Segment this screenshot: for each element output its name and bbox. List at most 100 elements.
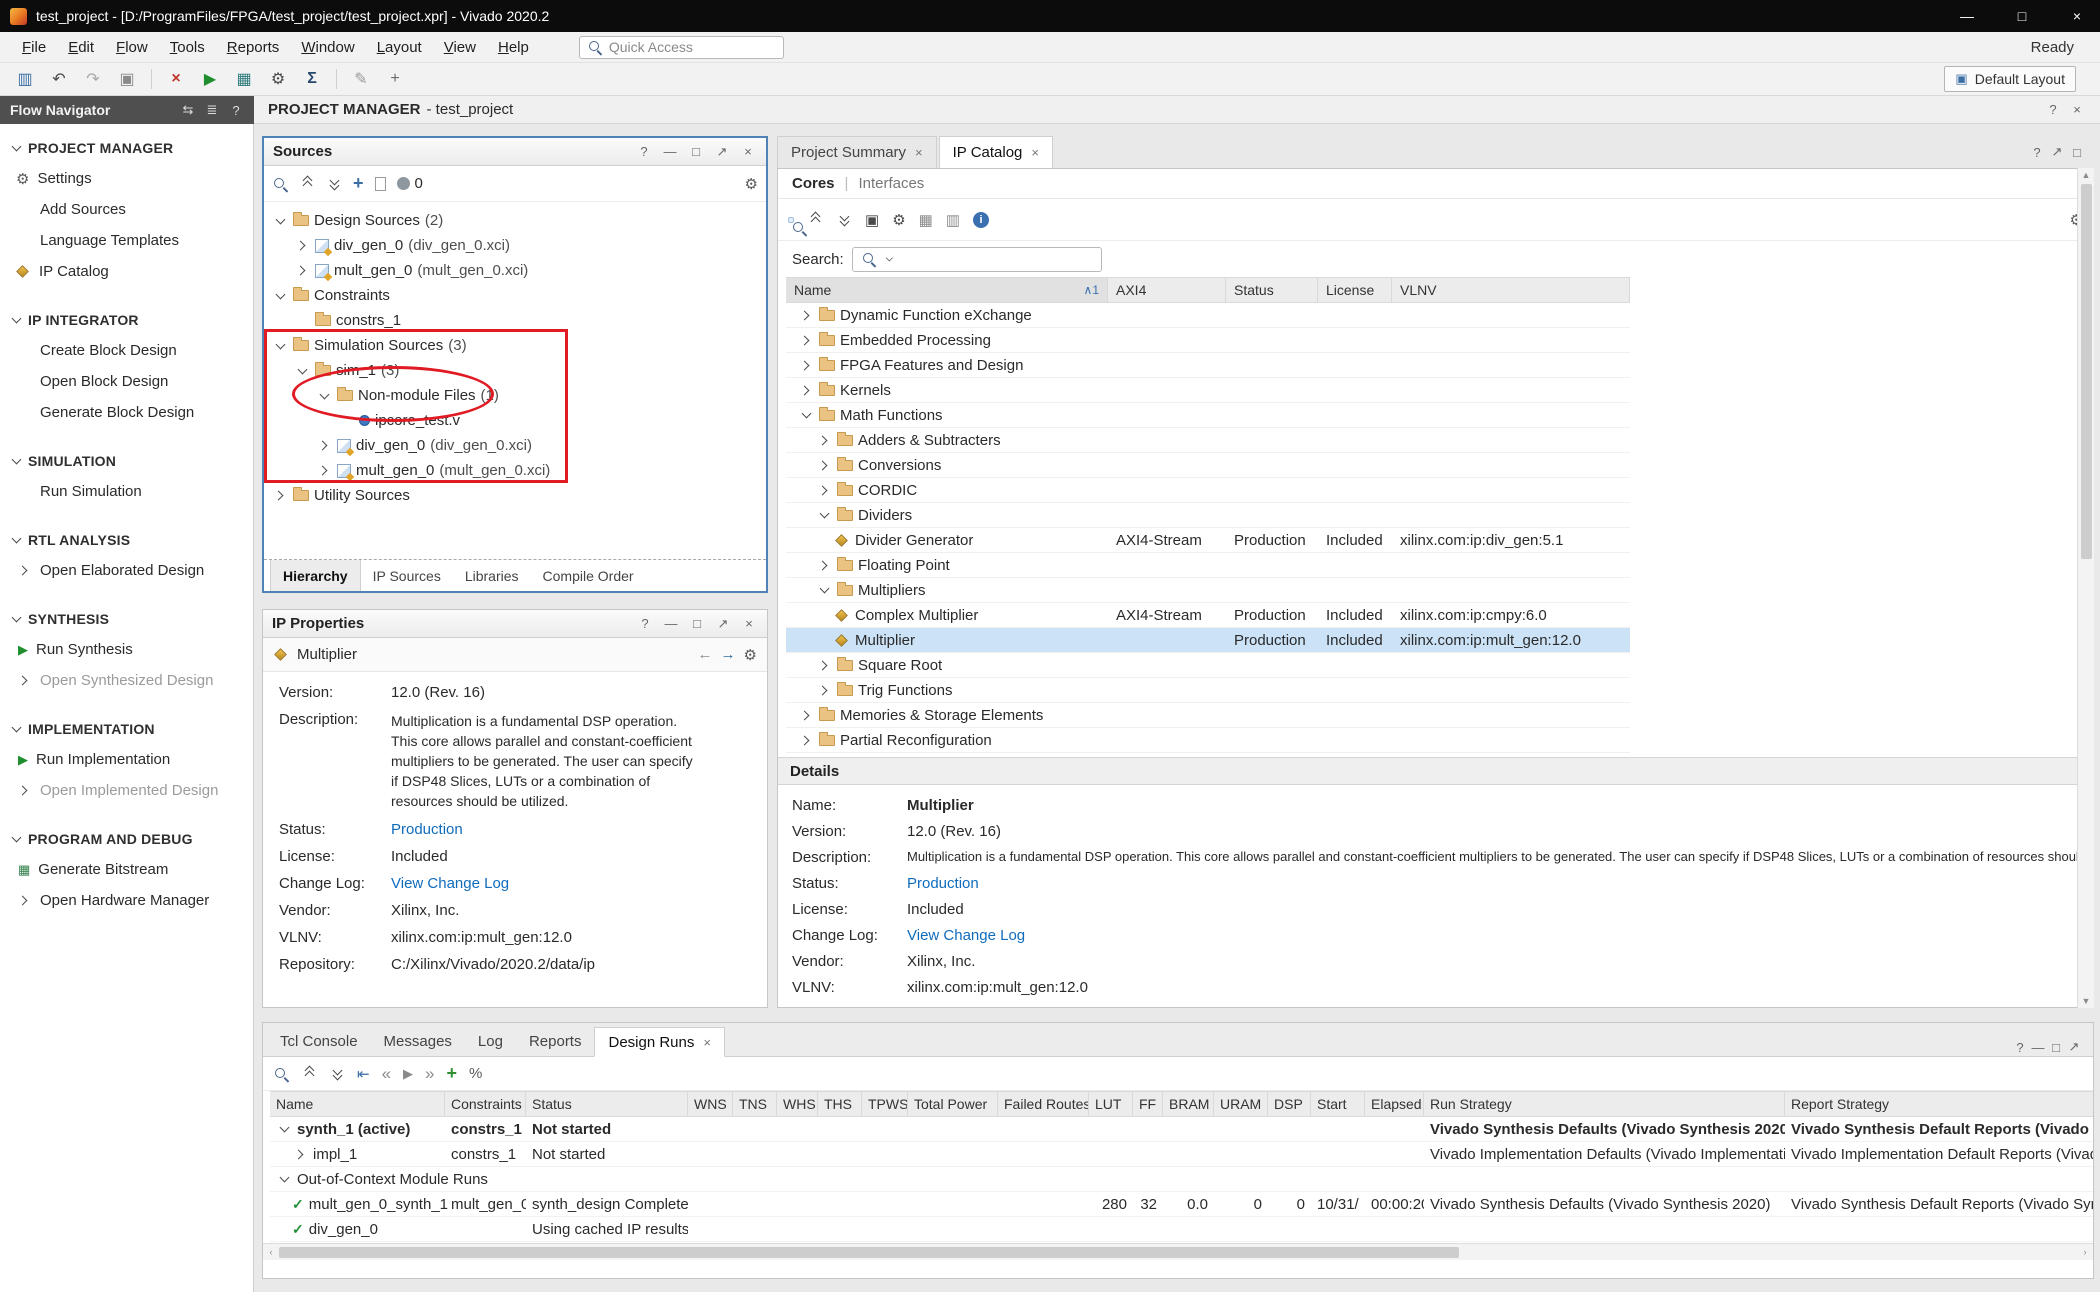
nav-item-run-synthesis[interactable]: ▶ Run Synthesis (0, 634, 253, 665)
status-link[interactable]: Production (391, 821, 463, 838)
float-icon[interactable]: ↗ (2048, 143, 2066, 161)
window-close-button[interactable]: × (2054, 0, 2100, 32)
percent-icon[interactable]: % (469, 1065, 482, 1082)
tab-ip-catalog[interactable]: IP Catalog × (939, 136, 1053, 168)
catalog-row[interactable]: Embedded Processing (786, 328, 1630, 353)
menu-edit[interactable]: Edit (58, 35, 104, 60)
catalog-row[interactable]: Conversions (786, 453, 1630, 478)
chevron-right-icon[interactable] (798, 732, 814, 748)
collapse-all-icon[interactable] (299, 176, 315, 192)
create-run-icon[interactable]: + (447, 1063, 458, 1084)
column-header[interactable]: Report Strategy (1785, 1092, 2094, 1116)
chevron-right-icon[interactable] (16, 783, 32, 799)
chevron-right-icon[interactable] (816, 457, 832, 473)
close-icon[interactable]: × (2068, 101, 2086, 119)
menu-window[interactable]: Window (291, 35, 364, 60)
minimize-icon[interactable]: — (662, 615, 680, 633)
catalog-row-dividers[interactable]: Dividers (786, 503, 1630, 528)
column-header[interactable]: TNS (733, 1092, 777, 1116)
ip-settings-icon[interactable]: ⚙ (892, 211, 905, 229)
vertical-scrollbar[interactable]: ▲ ▼ (2077, 168, 2094, 1008)
search-icon[interactable] (273, 1066, 289, 1082)
step-forward-icon[interactable]: » (425, 1064, 434, 1084)
help-icon[interactable]: ? (635, 143, 653, 161)
menu-reports[interactable]: Reports (217, 35, 290, 60)
status-link[interactable]: Production (907, 875, 979, 892)
column-header-axi4[interactable]: AXI4 (1108, 278, 1226, 302)
column-header[interactable]: FF (1133, 1092, 1163, 1116)
quick-access-search[interactable]: Quick Access (579, 36, 784, 59)
nav-item-open-hardware-manager[interactable]: Open Hardware Manager (0, 885, 253, 916)
flow-section-synthesis[interactable]: SYNTHESIS (0, 603, 253, 634)
nav-item-open-block-design[interactable]: Open Block Design (0, 366, 253, 397)
repository-icon[interactable]: ▦ (919, 211, 933, 229)
chevron-right-icon[interactable] (816, 432, 832, 448)
report-icon[interactable]: ▦ (229, 66, 259, 92)
collapse-all-icon[interactable] (807, 212, 823, 228)
search-icon[interactable] (272, 176, 288, 192)
forward-icon[interactable]: → (721, 646, 736, 663)
chevron-right-icon[interactable] (798, 332, 814, 348)
chevron-down-icon[interactable] (276, 1121, 292, 1137)
build-icon[interactable]: + (380, 66, 410, 92)
expand-all-icon[interactable] (329, 1066, 345, 1082)
tab-tcl-console[interactable]: Tcl Console (267, 1026, 371, 1056)
close-icon[interactable]: × (739, 143, 757, 161)
column-header[interactable]: URAM (1214, 1092, 1268, 1116)
scroll-down-icon[interactable]: ▼ (2078, 996, 2094, 1006)
float-icon[interactable]: ↗ (2065, 1038, 2083, 1056)
menu-layout[interactable]: Layout (367, 35, 432, 60)
chevron-right-icon[interactable] (294, 263, 310, 279)
tab-messages[interactable]: Messages (371, 1026, 465, 1056)
chevron-right-icon[interactable] (816, 682, 832, 698)
chevron-down-icon[interactable] (816, 507, 832, 523)
catalog-row-divider-generator[interactable]: Divider Generator AXI4-Stream Production… (786, 528, 1630, 553)
expand-all-icon[interactable] (326, 176, 342, 192)
flow-section-project-manager[interactable]: PROJECT MANAGER (0, 132, 253, 163)
expand-all-icon[interactable] (836, 212, 852, 228)
tree-item-simulation-sources[interactable]: Simulation Sources (3) (264, 333, 766, 358)
column-header-status[interactable]: Status (1226, 278, 1318, 302)
column-header-license[interactable]: License (1318, 278, 1392, 302)
maximize-icon[interactable]: □ (2068, 143, 2086, 161)
window-maximize-button[interactable]: □ (1999, 0, 2045, 32)
help-icon[interactable]: ? (2011, 1038, 2029, 1056)
go-to-start-icon[interactable]: ⇤ (357, 1065, 370, 1083)
add-sources-icon[interactable]: + (353, 173, 364, 194)
catalog-row-complex-multiplier[interactable]: Complex Multiplier AXI4-Stream Productio… (786, 603, 1630, 628)
chevron-down-icon[interactable] (294, 363, 310, 379)
chevron-down-icon[interactable] (272, 213, 288, 229)
nav-item-run-implementation[interactable]: ▶ Run Implementation (0, 744, 253, 775)
chevron-right-icon[interactable] (798, 307, 814, 323)
run-step-icon[interactable]: ▶ (403, 1066, 413, 1082)
dock-icon[interactable]: ⇆ (180, 102, 196, 118)
help-icon[interactable]: ? (2028, 143, 2046, 161)
catalog-row[interactable]: Square Root (786, 653, 1630, 678)
nav-item-open-elaborated-design[interactable]: Open Elaborated Design (0, 555, 253, 586)
flow-section-simulation[interactable]: SIMULATION (0, 445, 253, 476)
scroll-right-icon[interactable]: › (2077, 1247, 2093, 1257)
subtab-interfaces[interactable]: Interfaces (858, 175, 924, 192)
float-icon[interactable]: ↗ (713, 143, 731, 161)
chevron-down-icon[interactable] (276, 1171, 292, 1187)
undo-icon[interactable]: ↶ (44, 66, 74, 92)
chevron-right-icon[interactable] (316, 438, 332, 454)
tree-item-design-sources[interactable]: Design Sources (2) (264, 208, 766, 233)
tab-reports[interactable]: Reports (516, 1026, 595, 1056)
step-back-icon[interactable]: « (382, 1064, 391, 1084)
chevron-right-icon[interactable] (16, 893, 32, 909)
float-icon[interactable]: ↗ (714, 615, 732, 633)
message-count-badge[interactable]: 0 (397, 175, 423, 192)
run-row-synth-1[interactable]: synth_1 (active) constrs_1 Not started V… (270, 1117, 2093, 1142)
run-row-ooc-group[interactable]: Out-of-Context Module Runs (270, 1167, 2093, 1192)
catalog-row[interactable]: Dynamic Function eXchange (786, 303, 1630, 328)
column-header-vlnv[interactable]: VLNV (1392, 278, 1630, 302)
close-tab-icon[interactable]: × (915, 145, 923, 160)
settings-icon[interactable]: ⚙ (745, 175, 758, 193)
window-minimize-button[interactable]: — (1944, 0, 1990, 32)
catalog-row-multipliers[interactable]: Multipliers (786, 578, 1630, 603)
tree-item-div-gen-0[interactable]: div_gen_0 (div_gen_0.xci) (264, 233, 766, 258)
column-header[interactable]: LUT (1089, 1092, 1133, 1116)
tab-libraries[interactable]: Libraries (453, 560, 531, 591)
settings-icon[interactable]: ⚙ (744, 646, 757, 664)
